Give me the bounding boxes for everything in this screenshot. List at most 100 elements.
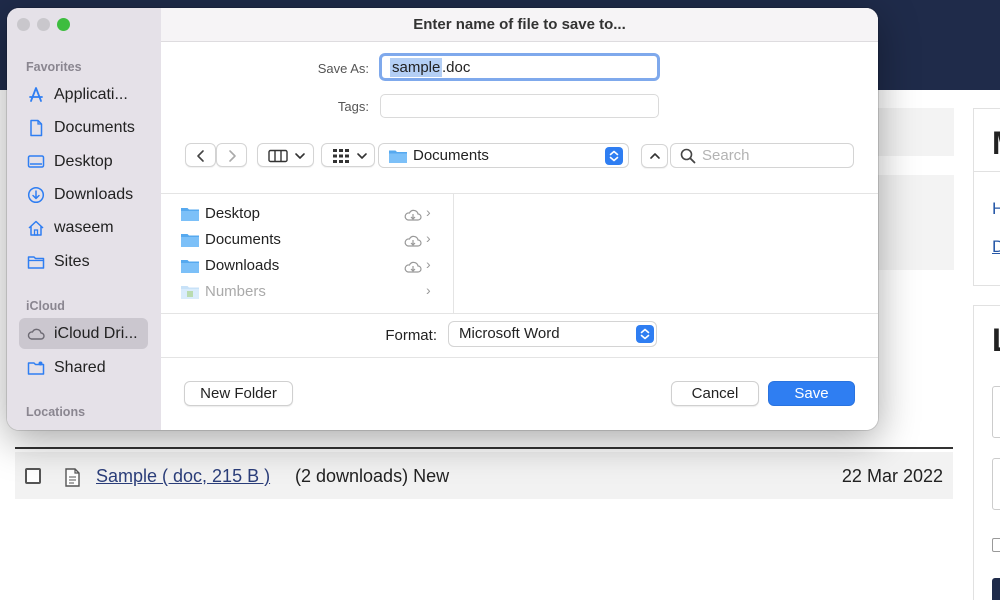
right-panel: M H D xyxy=(973,108,1000,286)
chevron-up-icon xyxy=(650,153,660,159)
home-icon xyxy=(28,220,44,236)
desktop-icon xyxy=(27,155,45,168)
sidebar-item-shared[interactable]: Shared xyxy=(19,352,148,383)
file-browser: Desktop › Documents › Downloads › Number… xyxy=(161,193,878,314)
chevron-left-icon xyxy=(197,150,204,162)
chevron-right-icon: › xyxy=(426,282,431,298)
sidebar-section-icloud: iCloud xyxy=(26,299,65,313)
format-select[interactable]: Microsoft Word xyxy=(448,321,657,347)
format-value: Microsoft Word xyxy=(459,325,560,342)
numbers-app-icon xyxy=(181,286,199,299)
file-date: 22 Mar 2022 xyxy=(841,466,943,486)
dialog-titlebar: Enter name of file to save to... xyxy=(161,8,878,42)
sidebar-item-label: waseem xyxy=(54,219,114,236)
right-panel: L xyxy=(973,305,1000,600)
chevron-right-icon: › xyxy=(426,204,431,220)
sidebar-item-documents[interactable]: Documents xyxy=(19,112,148,143)
cloud-download-icon xyxy=(404,209,422,221)
stepper-icon xyxy=(636,325,654,343)
sidebar-item-applications[interactable]: Applicati... xyxy=(19,79,148,110)
table-divider xyxy=(15,447,953,449)
sidebar-item-label: Downloads xyxy=(54,186,134,203)
back-button[interactable] xyxy=(185,143,216,167)
download-icon xyxy=(27,186,45,204)
tags-input[interactable] xyxy=(380,94,659,118)
sidebar-item-label: Shared xyxy=(54,359,106,376)
row-checkbox[interactable] xyxy=(25,468,41,484)
cancel-button[interactable]: Cancel xyxy=(671,381,759,406)
document-icon xyxy=(65,468,80,487)
save-as-selected-text: sample xyxy=(390,58,443,77)
collapse-button[interactable] xyxy=(641,144,668,168)
columns-view-icon xyxy=(268,149,288,163)
format-label: Format: xyxy=(385,327,437,344)
search-input[interactable] xyxy=(702,147,842,164)
sidebar-item-icloud-drive[interactable]: iCloud Dri... xyxy=(19,318,148,349)
cloud-download-icon xyxy=(404,235,422,247)
zoom-button[interactable] xyxy=(57,18,70,31)
view-mode-button[interactable] xyxy=(257,143,314,167)
panel-link[interactable]: D xyxy=(992,237,1000,257)
sidebar-section-favorites: Favorites xyxy=(26,60,82,74)
panel-link[interactable]: H xyxy=(992,199,1000,219)
group-button[interactable] xyxy=(321,143,375,167)
save-dialog: Favorites Applicati... Documents Desktop xyxy=(7,8,878,430)
sidebar-item-desktop[interactable]: Desktop xyxy=(19,146,148,177)
list-item[interactable]: Desktop › xyxy=(181,202,441,226)
save-as-label: Save As: xyxy=(317,61,369,76)
close-button[interactable] xyxy=(17,18,30,31)
search-field[interactable] xyxy=(670,143,854,168)
panel-heading: L xyxy=(992,322,1000,359)
new-folder-button[interactable]: New Folder xyxy=(184,381,293,406)
applications-icon xyxy=(29,87,43,102)
stepper-icon xyxy=(605,147,623,165)
list-item[interactable]: Numbers › xyxy=(181,280,441,304)
panel-divider xyxy=(974,171,1000,172)
sidebar-item-label: iCloud Dri... xyxy=(54,325,138,342)
chevron-down-icon xyxy=(295,153,305,159)
file-link[interactable]: Sample ( doc, 215 B ) xyxy=(96,466,270,487)
list-item-label: Numbers xyxy=(205,283,266,300)
cloud-icon xyxy=(27,328,45,340)
list-item-label: Documents xyxy=(205,231,281,248)
sidebar-section-locations: Locations xyxy=(26,405,86,419)
chevron-right-icon: › xyxy=(426,256,431,272)
save-as-input[interactable]: sample .doc xyxy=(379,53,660,81)
save-button[interactable]: Save xyxy=(768,381,855,406)
panel-field[interactable] xyxy=(992,386,1000,438)
table-row: Sample ( doc, 215 B ) (2 downloads) New … xyxy=(15,452,953,499)
chevron-right-icon xyxy=(229,150,236,162)
file-meta: (2 downloads) New xyxy=(295,466,450,486)
list-item[interactable]: Documents › xyxy=(181,228,441,252)
cloud-download-icon xyxy=(404,261,422,273)
grid-icon xyxy=(333,149,349,163)
list-item[interactable]: Downloads › xyxy=(181,254,441,278)
finder-sidebar: Favorites Applicati... Documents Desktop xyxy=(7,8,161,430)
tags-label: Tags: xyxy=(337,99,369,114)
sidebar-item-label: Applicati... xyxy=(54,86,128,103)
dialog-title: Enter name of file to save to... xyxy=(413,16,626,33)
sidebar-item-home[interactable]: waseem xyxy=(19,212,148,243)
location-label: Documents xyxy=(413,147,489,164)
minimize-button[interactable] xyxy=(37,18,50,31)
forward-button[interactable] xyxy=(216,143,247,167)
list-item-label: Downloads xyxy=(205,257,280,274)
list-item-label: Desktop xyxy=(205,205,261,222)
folder-icon xyxy=(181,234,199,247)
location-select[interactable]: Documents xyxy=(378,143,629,168)
chevron-right-icon: › xyxy=(426,230,431,246)
search-icon xyxy=(680,148,696,164)
sidebar-item-label: Documents xyxy=(54,119,135,136)
shared-folder-icon xyxy=(27,361,45,375)
save-as-extension-text: .doc xyxy=(442,59,471,76)
folder-icon xyxy=(181,260,199,273)
sidebar-item-label: Desktop xyxy=(54,153,113,170)
panel-checkbox[interactable] xyxy=(992,538,1000,552)
panel-button[interactable] xyxy=(992,578,1000,600)
folder-icon xyxy=(27,256,45,269)
document-icon xyxy=(30,119,43,137)
panel-field[interactable] xyxy=(992,458,1000,510)
sidebar-item-downloads[interactable]: Downloads xyxy=(19,179,148,210)
dialog-main: Enter name of file to save to... Save As… xyxy=(161,8,878,430)
sidebar-item-sites[interactable]: Sites xyxy=(19,246,148,277)
